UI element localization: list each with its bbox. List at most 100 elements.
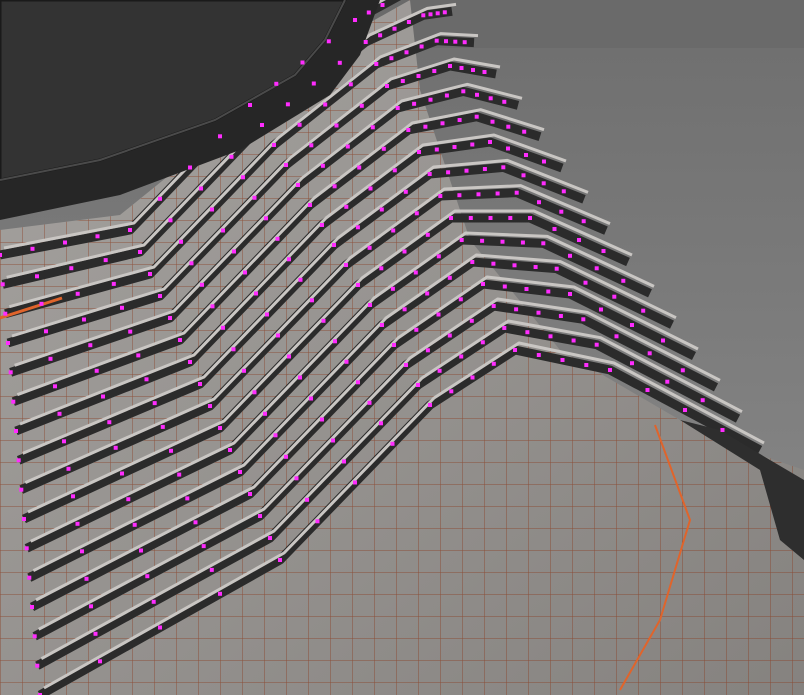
selected-vertex[interactable] [254,291,258,296]
selected-vertex[interactable] [425,348,430,353]
selected-vertex[interactable] [459,354,464,359]
selected-vertex[interactable] [378,33,383,38]
selected-vertex[interactable] [482,167,487,171]
selected-vertex[interactable] [323,102,328,107]
selected-vertex[interactable] [434,147,439,152]
selected-vertex[interactable] [357,165,362,170]
3d-viewport[interactable] [0,0,804,695]
selected-vertex[interactable] [179,239,183,244]
selected-vertex[interactable] [344,204,349,209]
selected-vertex[interactable] [298,375,302,380]
selected-vertex[interactable] [428,97,433,102]
selected-vertex[interactable] [390,441,395,446]
selected-vertex[interactable] [218,591,222,596]
selected-vertex[interactable] [66,466,71,471]
selected-vertex[interactable] [514,307,519,312]
selected-vertex[interactable] [514,190,519,195]
selected-vertex[interactable] [320,223,324,227]
selected-vertex[interactable] [406,128,411,132]
selected-vertex[interactable] [342,459,346,464]
selected-vertex[interactable] [470,260,475,264]
selected-vertex[interactable] [414,211,419,216]
selected-vertex[interactable] [331,438,335,443]
selected-vertex[interactable] [263,411,267,416]
selected-vertex[interactable] [459,66,464,70]
selected-vertex[interactable] [221,325,225,330]
selected-vertex[interactable] [416,74,421,78]
selected-vertex[interactable] [559,209,564,214]
selected-vertex[interactable] [252,390,257,395]
selected-vertex[interactable] [199,186,203,191]
selected-vertex[interactable] [177,472,182,477]
selected-vertex[interactable] [561,189,566,194]
selected-vertex[interactable] [348,82,353,87]
selected-vertex[interactable] [19,487,24,492]
selected-vertex[interactable] [581,219,586,224]
selected-vertex[interactable] [536,310,541,315]
selected-vertex[interactable] [3,311,8,316]
selected-vertex[interactable] [363,40,368,44]
selected-vertex[interactable] [520,240,525,245]
selected-vertex[interactable] [488,140,492,144]
selected-vertex[interactable] [645,388,650,392]
selected-vertex[interactable] [231,347,236,352]
selected-vertex[interactable] [82,317,86,322]
selected-vertex[interactable] [248,492,252,496]
selected-vertex[interactable] [284,454,288,459]
selected-vertex[interactable] [218,134,222,139]
selected-vertex[interactable] [264,216,268,221]
selected-vertex[interactable] [560,358,565,362]
selected-vertex[interactable] [287,354,291,359]
selected-vertex[interactable] [35,274,39,279]
selected-vertex[interactable] [370,125,375,130]
selected-vertex[interactable] [185,496,190,501]
selected-vertex[interactable] [276,333,280,338]
selected-vertex[interactable] [480,238,485,243]
selected-vertex[interactable] [601,249,606,253]
selected-vertex[interactable] [252,195,257,200]
selected-vertex[interactable] [577,238,581,242]
selected-vertex[interactable] [447,275,452,280]
selected-vertex[interactable] [417,150,421,154]
selected-vertex[interactable] [542,159,546,164]
selected-vertex[interactable] [400,79,405,83]
selected-vertex[interactable] [27,575,32,580]
selected-vertex[interactable] [128,228,132,232]
selected-vertex[interactable] [481,282,485,286]
selected-vertex[interactable] [402,307,407,312]
selected-vertex[interactable] [359,103,364,108]
selected-vertex[interactable] [103,258,108,263]
selected-vertex[interactable] [552,227,557,231]
selected-vertex[interactable] [421,13,426,18]
selected-vertex[interactable] [305,497,309,502]
selected-vertex[interactable] [468,216,473,220]
selected-vertex[interactable] [419,44,424,49]
selected-vertex[interactable] [337,60,342,65]
selected-vertex[interactable] [274,81,279,86]
selected-vertex[interactable] [469,318,474,323]
selected-vertex[interactable] [403,189,408,194]
selected-vertex[interactable] [413,270,418,275]
selected-vertex[interactable] [432,69,437,73]
selected-vertex[interactable] [297,122,302,127]
selected-vertex[interactable] [683,408,687,412]
selected-vertex[interactable] [198,382,202,386]
selected-vertex[interactable] [436,312,441,317]
selected-vertex[interactable] [630,323,634,327]
selected-vertex[interactable] [0,282,5,287]
selected-vertex[interactable] [158,196,162,201]
selected-vertex[interactable] [475,92,479,97]
selected-vertex[interactable] [169,448,173,453]
selected-vertex[interactable] [367,245,372,250]
selected-vertex[interactable] [136,353,141,358]
selected-vertex[interactable] [160,424,165,429]
selected-vertex[interactable] [39,301,44,306]
selected-vertex[interactable] [168,218,173,223]
selected-vertex[interactable] [24,546,29,551]
selected-vertex[interactable] [491,261,496,266]
selected-vertex[interactable] [32,634,37,639]
selected-vertex[interactable] [210,207,214,212]
selected-vertex[interactable] [16,458,21,463]
selected-vertex[interactable] [208,404,212,408]
selected-vertex[interactable] [344,359,349,364]
